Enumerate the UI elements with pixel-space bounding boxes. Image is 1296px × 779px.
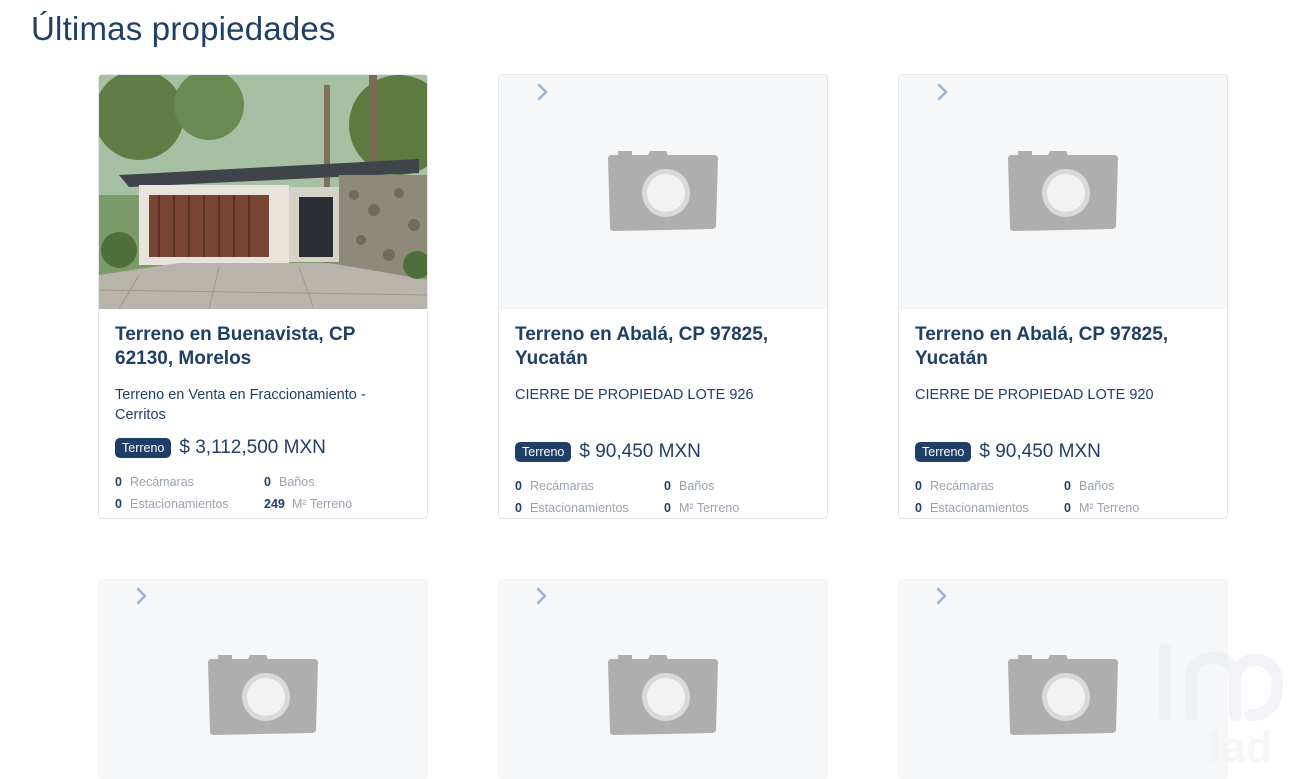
bedrooms-label: Recámaras [530, 479, 594, 493]
property-stats: 0 Recámaras 0 Baños 0 Estacionamientos 249 M… [115, 475, 411, 511]
bedrooms-label: Recámaras [130, 475, 194, 489]
property-card[interactable]: Terreno en Abalá, CP 97825, Yucatán CIER… [898, 74, 1228, 519]
property-photo-placeholder[interactable] [899, 75, 1227, 309]
svg-text:lad: lad [1209, 723, 1273, 770]
land-area-count: 0 [1064, 501, 1071, 515]
chevron-right-icon[interactable] [930, 585, 952, 607]
bedrooms-count: 0 [915, 479, 922, 493]
land-area-count: 0 [664, 501, 671, 515]
property-stats: 0 Recámaras 0 Baños 0 Estacionamientos 0 M² … [515, 479, 811, 515]
property-type-badge: Terreno [515, 442, 572, 462]
parking-count: 0 [515, 501, 522, 515]
parking-label: Estacionamientos [530, 501, 629, 515]
property-card[interactable] [98, 579, 428, 779]
camera-icon [1008, 151, 1118, 233]
bedrooms-count: 0 [115, 475, 122, 489]
property-description: CIERRE DE PROPIEDAD LOTE 920 [915, 387, 1154, 403]
property-card[interactable]: Terreno en Abalá, CP 97825, Yucatán CIER… [498, 74, 828, 519]
property-photo-placeholder[interactable] [98, 579, 428, 779]
camera-icon [1008, 655, 1118, 737]
land-area-count: 249 [264, 497, 285, 511]
property-photo-placeholder[interactable] [499, 75, 827, 309]
inmuebles24-logo: lad [1151, 630, 1286, 772]
page-title: Últimas propiedades [31, 10, 336, 47]
baths-count: 0 [264, 475, 271, 489]
property-type-badge: Terreno [115, 438, 172, 458]
property-photo-image [99, 75, 427, 309]
land-area-label: M² Terreno [292, 497, 353, 511]
baths-count: 0 [664, 479, 671, 493]
camera-icon [608, 151, 718, 233]
chevron-right-icon[interactable] [531, 81, 553, 103]
baths-label: Baños [1079, 479, 1115, 493]
property-photo-placeholder[interactable] [498, 579, 828, 779]
property-price: $ 90,450 MXN [979, 441, 1101, 462]
property-title[interactable]: Terreno en Abalá, CP 97825, Yucatán [915, 323, 1211, 371]
property-card[interactable]: Terreno en Buenavista, CP 62130, Morelos… [98, 74, 428, 519]
property-title[interactable]: Terreno en Abalá, CP 97825, Yucatán [515, 323, 811, 371]
chevron-right-icon[interactable] [931, 81, 953, 103]
bedrooms-count: 0 [515, 479, 522, 493]
baths-count: 0 [1064, 479, 1071, 493]
parking-label: Estacionamientos [130, 497, 229, 511]
property-card[interactable] [498, 579, 828, 779]
property-description: Terreno en Venta en Fraccionamiento - Ce… [115, 387, 366, 423]
chevron-right-icon[interactable] [530, 585, 552, 607]
property-type-badge: Terreno [915, 442, 972, 462]
parking-count: 0 [115, 497, 122, 511]
parking-count: 0 [915, 501, 922, 515]
baths-label: Baños [279, 475, 315, 489]
property-photo[interactable] [99, 75, 427, 309]
chevron-right-icon[interactable] [130, 585, 152, 607]
property-description: CIERRE DE PROPIEDAD LOTE 926 [515, 387, 754, 403]
camera-icon [608, 655, 718, 737]
camera-icon [208, 655, 318, 737]
property-price: $ 90,450 MXN [579, 441, 701, 462]
property-stats: 0 Recámaras 0 Baños 0 Estacionamientos 0 M² … [915, 479, 1211, 515]
land-area-label: M² Terreno [679, 501, 740, 515]
land-area-label: M² Terreno [1079, 501, 1140, 515]
property-price: $ 3,112,500 MXN [179, 437, 326, 458]
baths-label: Baños [679, 479, 715, 493]
bedrooms-label: Recámaras [930, 479, 994, 493]
parking-label: Estacionamientos [930, 501, 1029, 515]
property-title[interactable]: Terreno en Buenavista, CP 62130, Morelos [115, 323, 411, 371]
